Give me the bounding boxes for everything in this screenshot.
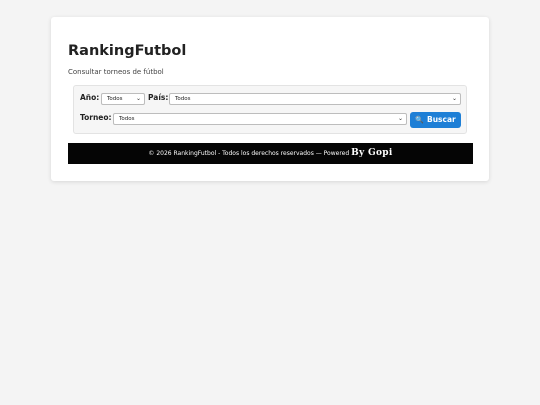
country-select-value: Todos bbox=[175, 96, 191, 102]
search-button[interactable]: 🔍 Buscar bbox=[410, 112, 461, 128]
search-button-label: Buscar bbox=[426, 115, 456, 124]
search-icon: 🔍 bbox=[415, 116, 424, 124]
year-select-value: Todos bbox=[107, 96, 123, 102]
country-select[interactable]: Todos ⌄ bbox=[169, 93, 461, 105]
year-label: Año: bbox=[80, 93, 100, 102]
chevron-down-icon: ⌄ bbox=[451, 95, 457, 102]
country-label: País: bbox=[148, 93, 169, 102]
tournament-select[interactable]: Todos ⌄ bbox=[113, 113, 407, 125]
chevron-down-icon: ⌄ bbox=[135, 95, 141, 102]
tournament-select-value: Todos bbox=[119, 116, 135, 122]
year-select[interactable]: Todos ⌄ bbox=[101, 93, 145, 105]
chevron-down-icon: ⌄ bbox=[397, 115, 403, 122]
main-card: RankingFutbol Consultar torneos de fútbo… bbox=[51, 17, 489, 181]
page-subtitle: Consultar torneos de fútbol bbox=[68, 68, 164, 76]
page-title: RankingFutbol bbox=[68, 43, 187, 59]
footer: © 2026 RankingFutbol - Todos los derecho… bbox=[68, 143, 473, 164]
footer-brand-logo: By Gopi bbox=[351, 148, 393, 158]
filter-panel: Año: Todos ⌄ País: Todos ⌄ Torneo: Todos… bbox=[73, 85, 467, 134]
tournament-label: Torneo: bbox=[80, 113, 112, 122]
footer-text: © 2026 RankingFutbol - Todos los derecho… bbox=[148, 150, 350, 157]
